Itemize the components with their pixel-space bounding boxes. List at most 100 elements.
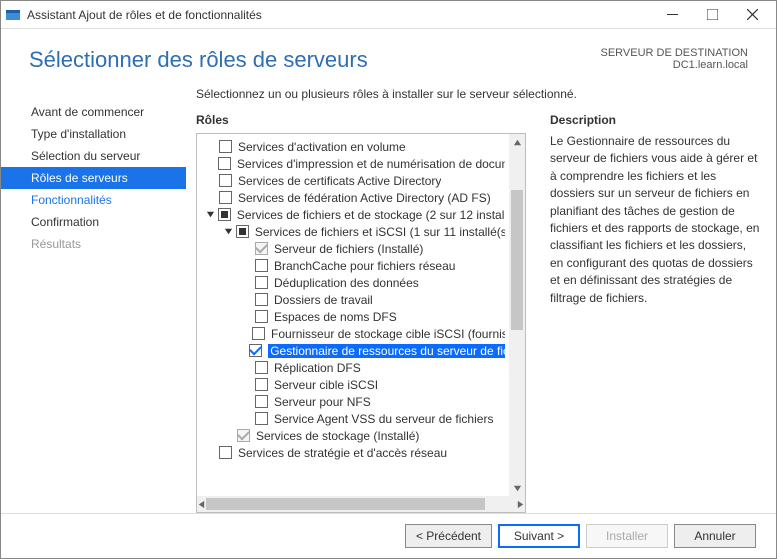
app-icon (5, 7, 21, 23)
page-title: Sélectionner des rôles de serveurs (29, 47, 368, 73)
role-checkbox[interactable] (255, 361, 268, 374)
nav-steps: Avant de commencerType d'installationSél… (1, 87, 186, 513)
role-label[interactable]: Gestionnaire de ressources du serveur de… (268, 344, 505, 358)
role-row[interactable]: Services d'impression et de numérisation… (205, 155, 505, 172)
role-row[interactable]: Services d'activation en volume (205, 138, 505, 155)
vertical-scroll-track[interactable] (509, 150, 525, 480)
role-checkbox[interactable] (252, 327, 265, 340)
role-row[interactable]: Serveur pour NFS (205, 393, 505, 410)
role-label[interactable]: Services de stratégie et d'accès réseau (238, 446, 447, 460)
role-checkbox[interactable] (218, 157, 231, 170)
scroll-down-button[interactable] (509, 480, 525, 496)
role-label[interactable]: Espaces de noms DFS (274, 310, 397, 324)
expand-arrow (205, 192, 217, 204)
horizontal-scroll-track[interactable] (206, 496, 516, 512)
role-label[interactable]: Serveur pour NFS (274, 395, 371, 409)
expand-arrow (241, 243, 253, 255)
close-button[interactable] (732, 1, 772, 29)
role-label[interactable]: Fournisseur de stockage cible iSCSI (fou… (271, 327, 505, 341)
role-label[interactable]: Dossiers de travail (274, 293, 373, 307)
role-label[interactable]: Services d'activation en volume (238, 140, 406, 154)
role-row[interactable]: Fournisseur de stockage cible iSCSI (fou… (205, 325, 505, 342)
columns: Rôles Services d'activation en volumeSer… (196, 113, 760, 513)
nav-step-2[interactable]: Sélection du serveur (1, 145, 186, 167)
role-row[interactable]: Déduplication des données (205, 274, 505, 291)
horizontal-scroll-thumb[interactable] (206, 498, 485, 510)
destination-value: DC1.learn.local (600, 59, 748, 71)
role-checkbox[interactable] (236, 225, 249, 238)
scroll-right-button[interactable] (516, 496, 525, 512)
install-button: Installer (586, 524, 668, 548)
horizontal-scrollbar[interactable] (197, 496, 525, 512)
role-checkbox[interactable] (255, 310, 268, 323)
expand-arrow (241, 362, 253, 374)
prompt-text: Sélectionnez un ou plusieurs rôles à ins… (196, 87, 760, 101)
nav-step-3[interactable]: Rôles de serveurs (1, 167, 186, 189)
role-row[interactable]: Serveur cible iSCSI (205, 376, 505, 393)
role-row[interactable]: Services de fédération Active Directory … (205, 189, 505, 206)
maximize-button[interactable] (692, 1, 732, 29)
destination-server: SERVEUR DE DESTINATION DC1.learn.local (600, 47, 748, 71)
nav-step-4[interactable]: Fonctionnalités (1, 189, 186, 211)
role-checkbox[interactable] (255, 276, 268, 289)
role-checkbox[interactable] (219, 140, 232, 153)
role-label[interactable]: Serveur cible iSCSI (274, 378, 378, 392)
role-label[interactable]: Services de certificats Active Directory (238, 174, 441, 188)
role-label[interactable]: Services de fichiers et de stockage (2 s… (237, 208, 505, 222)
roles-tree-inner[interactable]: Services d'activation en volume Services … (197, 134, 509, 496)
expand-arrow[interactable] (222, 226, 234, 238)
role-checkbox[interactable] (255, 378, 268, 391)
minimize-button[interactable] (652, 1, 692, 29)
role-label[interactable]: Services de fichiers et iSCSI (1 sur 11 … (255, 225, 505, 239)
role-row[interactable]: Services de certificats Active Directory (205, 172, 505, 189)
role-row[interactable]: Services de fichiers et de stockage (2 s… (205, 206, 505, 223)
role-checkbox[interactable] (255, 259, 268, 272)
role-row[interactable]: Dossiers de travail (205, 291, 505, 308)
role-checkbox[interactable] (219, 446, 232, 459)
expand-arrow[interactable] (205, 209, 216, 221)
role-checkbox[interactable] (219, 191, 232, 204)
role-checkbox[interactable] (218, 208, 231, 221)
vertical-scrollbar[interactable] (509, 134, 525, 496)
titlebar: Assistant Ajout de rôles et de fonctionn… (1, 1, 776, 29)
role-row[interactable]: Serveur de fichiers (Installé) (205, 240, 505, 257)
role-row[interactable]: BranchCache pour fichiers réseau (205, 257, 505, 274)
next-button[interactable]: Suivant > (498, 524, 580, 548)
expand-arrow (241, 396, 253, 408)
cancel-button[interactable]: Annuler (674, 524, 756, 548)
expand-arrow (205, 447, 217, 459)
previous-button[interactable]: < Précédent (405, 524, 492, 548)
role-label[interactable]: BranchCache pour fichiers réseau (274, 259, 455, 273)
role-label[interactable]: Services d'impression et de numérisation… (237, 157, 505, 171)
role-row[interactable]: Services de stockage (Installé) (205, 427, 505, 444)
roles-listbox: Services d'activation en volume Services … (196, 133, 526, 513)
role-row[interactable]: Services de stratégie et d'accès réseau (205, 444, 505, 461)
role-label[interactable]: Déduplication des données (274, 276, 419, 290)
nav-step-0[interactable]: Avant de commencer (1, 101, 186, 123)
role-row[interactable]: Réplication DFS (205, 359, 505, 376)
role-row[interactable]: Services de fichiers et iSCSI (1 sur 11 … (205, 223, 505, 240)
role-label[interactable]: Réplication DFS (274, 361, 361, 375)
role-row[interactable]: Espaces de noms DFS (205, 308, 505, 325)
expand-arrow (205, 158, 216, 170)
scroll-up-button[interactable] (509, 134, 525, 150)
nav-step-5[interactable]: Confirmation (1, 211, 186, 233)
role-label[interactable]: Services de fédération Active Directory … (238, 191, 491, 205)
role-checkbox[interactable] (255, 293, 268, 306)
role-checkbox[interactable] (219, 174, 232, 187)
role-checkbox[interactable] (255, 395, 268, 408)
role-row[interactable]: Gestionnaire de ressources du serveur de… (205, 342, 505, 359)
role-checkbox (255, 242, 268, 255)
vertical-scroll-thumb[interactable] (511, 190, 523, 330)
role-label[interactable]: Service Agent VSS du serveur de fichiers (274, 412, 493, 426)
role-checkbox[interactable] (249, 344, 262, 357)
nav-step-1[interactable]: Type d'installation (1, 123, 186, 145)
role-row[interactable]: Service Agent VSS du serveur de fichiers (205, 410, 505, 427)
footer: < Précédent Suivant > Installer Annuler (1, 513, 776, 558)
scroll-left-button[interactable] (197, 496, 206, 512)
expand-arrow (241, 260, 253, 272)
role-label[interactable]: Services de stockage (Installé) (256, 429, 419, 443)
role-checkbox (237, 429, 250, 442)
role-checkbox[interactable] (255, 412, 268, 425)
role-label[interactable]: Serveur de fichiers (Installé) (274, 242, 423, 256)
